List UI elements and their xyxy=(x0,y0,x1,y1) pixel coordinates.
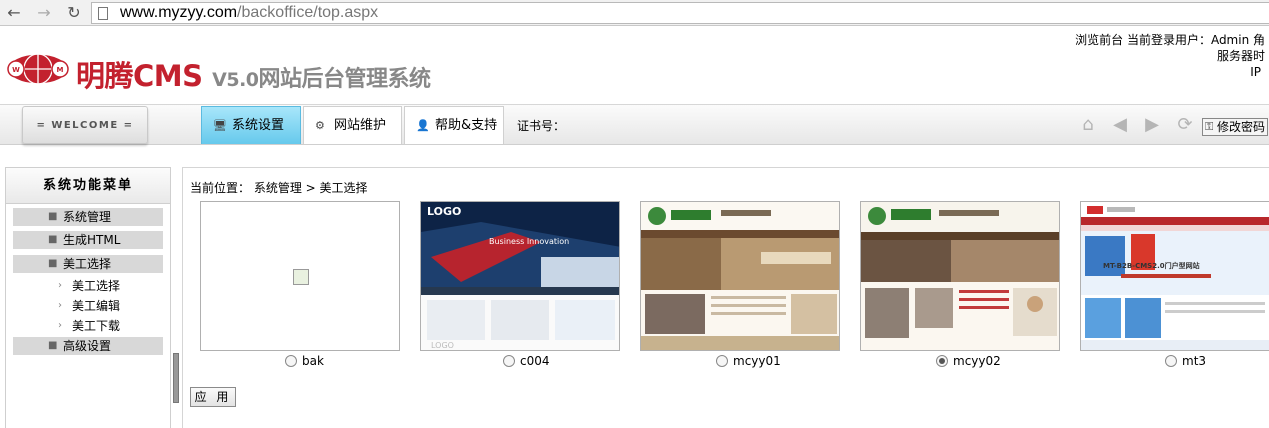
refresh-icon[interactable]: ⟳ xyxy=(1175,115,1195,135)
thumb-banner-text: Business Innovation xyxy=(489,237,569,246)
main-toolbar: = WELCOME = 🖥 系统设置 ⚙ 网站维护 👤 帮助&支持 证书号： ⌂… xyxy=(0,104,1269,145)
tab-system-settings[interactable]: 🖥 系统设置 xyxy=(201,106,301,144)
back-arrow-icon[interactable]: ◀ xyxy=(1110,115,1130,135)
home-icon[interactable]: ⌂ xyxy=(1078,115,1098,135)
thumb-mt-banner-text: MT-B2B-CMS2.0门户型网站 xyxy=(1103,261,1200,270)
sidebar-item-generate-html[interactable]: ■ 生成HTML xyxy=(13,231,163,249)
radio-button[interactable] xyxy=(1165,355,1177,367)
monitor-icon: 🖥 xyxy=(213,119,227,132)
forward-arrow-icon[interactable]: ▶ xyxy=(1142,115,1162,135)
brand-version: V5.0 xyxy=(212,69,259,91)
key-icon: ⚿ xyxy=(1205,120,1214,133)
radio-button[interactable] xyxy=(716,355,728,367)
tab-help-support[interactable]: 👤 帮助&支持 xyxy=(404,106,504,144)
template-thumb-mcyy01[interactable] xyxy=(640,201,840,351)
server-time: 服务器时 xyxy=(1216,49,1265,63)
user-info: 浏览前台 当前登录用户：Admin 角 服务器时 IP xyxy=(1065,33,1265,81)
sidebar-subitem-template-edit[interactable]: › 美工编辑 xyxy=(58,298,120,314)
sidebar-title: 系统功能菜单 xyxy=(6,168,170,204)
chevron-right-icon: › xyxy=(58,280,62,291)
cert-label: 证书号： xyxy=(517,119,566,133)
brand-title: 明腾CMS V5.0网站后台管理系统 xyxy=(76,59,432,93)
ip-label: IP xyxy=(1250,65,1261,79)
svg-text:M: M xyxy=(57,66,64,74)
template-thumb-mt3[interactable]: MT-B2B-CMS2.0门户型网站 xyxy=(1080,201,1269,351)
chevron-right-icon: › xyxy=(58,320,62,331)
template-radio-mcyy01[interactable]: mcyy01 xyxy=(716,353,781,369)
page-icon xyxy=(98,7,108,20)
radio-button[interactable] xyxy=(285,355,297,367)
site-header: W M 明腾CMS V5.0网站后台管理系统 浏览前台 当前登录用户：Admin… xyxy=(0,27,1269,104)
address-bar[interactable]: www.myzyy.com/backoffice/top.aspx xyxy=(91,2,1269,24)
template-radio-bak[interactable]: bak xyxy=(285,353,324,369)
tab-site-maintenance[interactable]: ⚙ 网站维护 xyxy=(303,106,402,144)
radio-button-checked[interactable] xyxy=(936,355,948,367)
sidebar-subitem-template-select[interactable]: › 美工选择 xyxy=(58,278,120,294)
top-links[interactable]: 浏览前台 当前登录用户：Admin 角 xyxy=(1075,33,1265,48)
url-path: /backoffice/top.aspx xyxy=(237,4,379,21)
template-thumb-mcyy02[interactable] xyxy=(860,201,1060,351)
frame-splitter-handle[interactable] xyxy=(173,353,179,403)
globe-logo-icon: W M xyxy=(7,53,69,85)
broken-image-icon xyxy=(293,269,309,285)
reload-icon[interactable]: ↻ xyxy=(64,3,84,23)
welcome-button[interactable]: = WELCOME = xyxy=(22,106,148,144)
thumb-logo-text: LOGO xyxy=(427,205,461,218)
breadcrumb: 当前位置： 系统管理 > 美工选择 xyxy=(190,181,368,195)
gear-icon: ⚙ xyxy=(315,119,325,132)
back-icon[interactable]: ← xyxy=(4,3,24,23)
template-thumb-bak[interactable] xyxy=(200,201,400,351)
sidebar-item-system-management[interactable]: ■ 系统管理 xyxy=(13,208,163,226)
user-icon: 👤 xyxy=(416,119,430,132)
sidebar-item-advanced-settings[interactable]: ■ 高级设置 xyxy=(13,337,163,355)
bullet-icon: ■ xyxy=(48,211,58,222)
bullet-icon: ■ xyxy=(48,340,58,351)
browser-toolbar: ← → ↻ www.myzyy.com/backoffice/top.aspx xyxy=(0,0,1269,26)
sidebar: 系统功能菜单 ■ 系统管理 ■ 生成HTML ■ 美工选择 › 美工选择 › 美工编辑 ›… xyxy=(5,167,171,428)
svg-text:W: W xyxy=(12,66,20,74)
system-name: 网站后台管理系统 xyxy=(258,67,432,92)
radio-button[interactable] xyxy=(503,355,515,367)
bullet-icon: ■ xyxy=(48,258,58,269)
change-password-button[interactable]: ⚿ 修改密码 xyxy=(1202,118,1268,136)
template-radio-mt3[interactable]: mt3 xyxy=(1165,353,1206,369)
chevron-right-icon: › xyxy=(58,300,62,311)
template-thumb-c004[interactable]: LOGO Business Innovation LOGO xyxy=(420,201,620,351)
template-radio-mcyy02[interactable]: mcyy02 xyxy=(936,353,1001,369)
template-radio-c004[interactable]: c004 xyxy=(503,353,550,369)
sidebar-item-template-select[interactable]: ■ 美工选择 xyxy=(13,255,163,273)
forward-icon[interactable]: → xyxy=(34,3,54,23)
apply-button[interactable]: 应 用 xyxy=(190,387,236,407)
bullet-icon: ■ xyxy=(48,234,58,245)
url-host: www.myzyy.com xyxy=(120,4,238,21)
sidebar-subitem-template-download[interactable]: › 美工下载 xyxy=(58,318,120,334)
thumb-footer-logo-text: LOGO xyxy=(431,341,454,350)
